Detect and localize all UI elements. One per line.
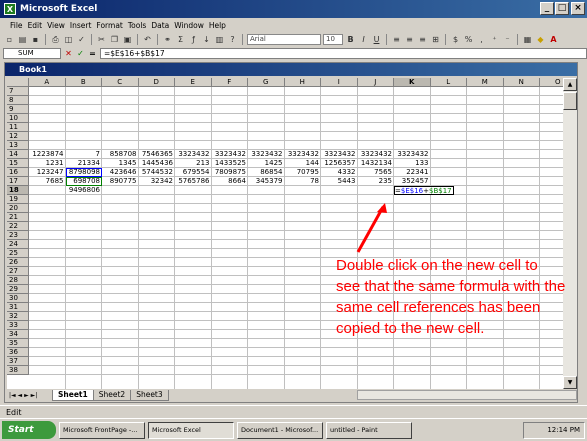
formula-ref-b17: $B$17 bbox=[429, 187, 452, 195]
annotation-arrow bbox=[356, 203, 387, 253]
formula-ref-e16: $E$16 bbox=[400, 187, 424, 195]
cell-k18-editing[interactable]: =$E$16+$B$17 bbox=[394, 186, 454, 195]
annotation-text: Double click on the new cell to see that… bbox=[336, 257, 566, 337]
